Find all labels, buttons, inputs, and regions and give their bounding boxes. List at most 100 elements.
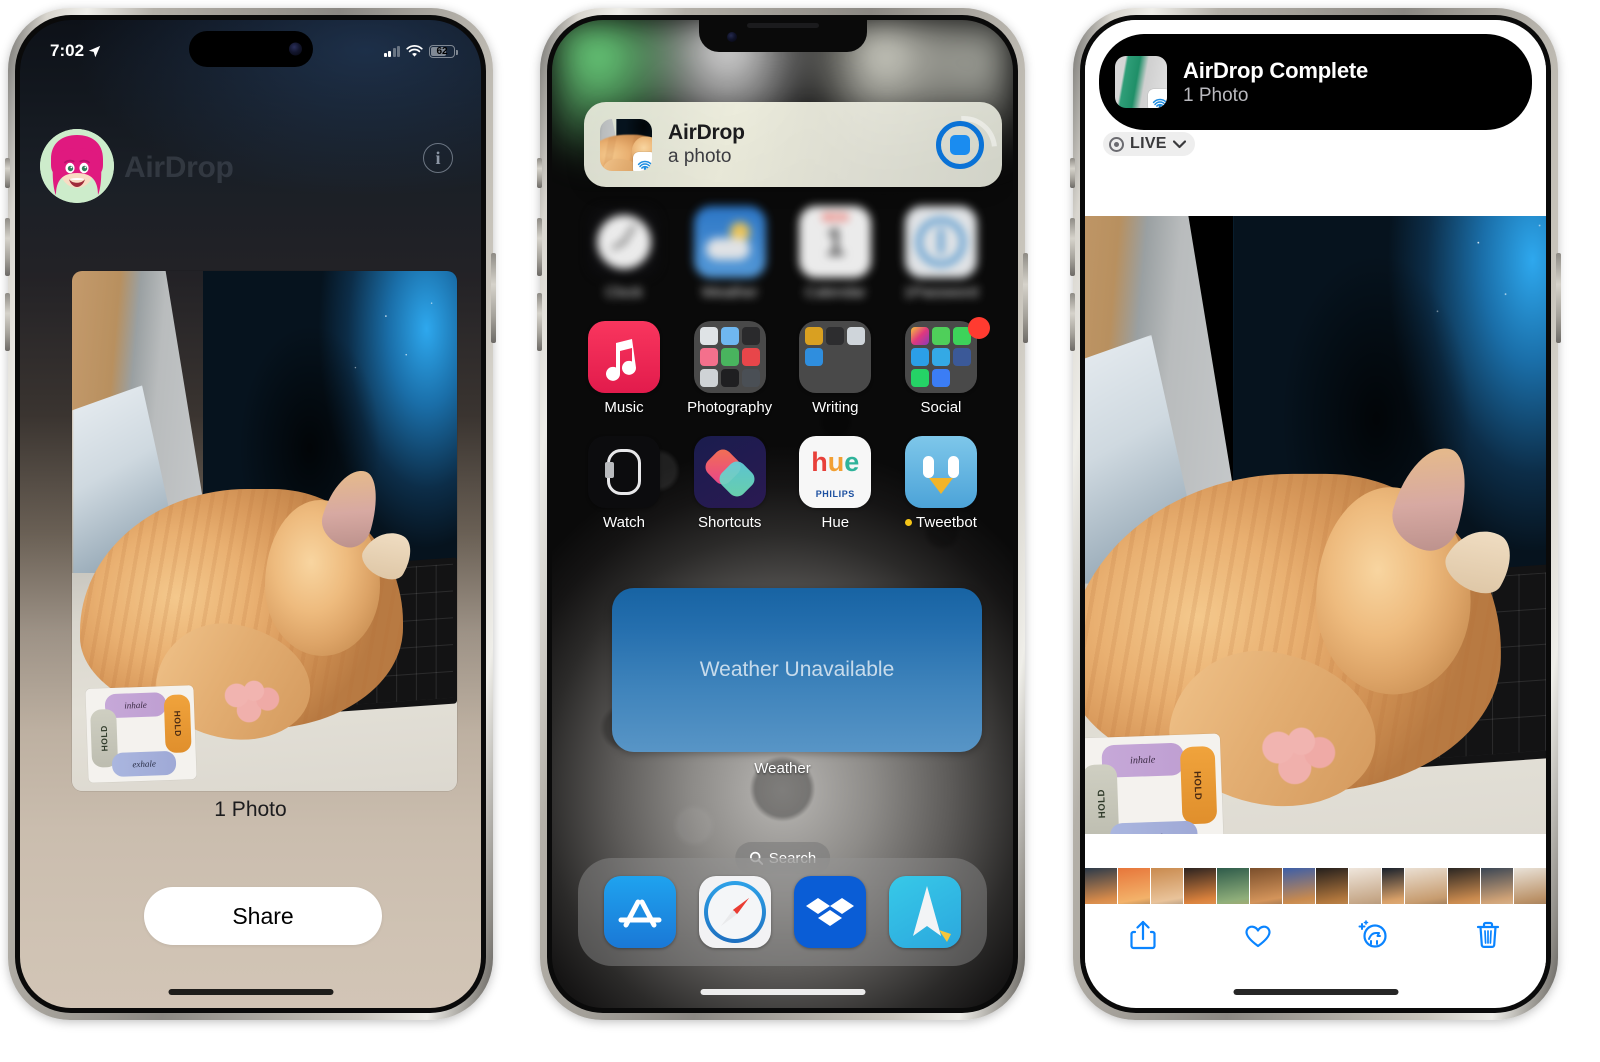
app-row-3: Watch Shortcuts hue PHILIPS Hue Tweetbot: [578, 436, 987, 531]
battery-percent: 62: [436, 45, 448, 57]
earpiece-speaker-icon: [746, 23, 819, 28]
transfer-progress-stop-button[interactable]: [936, 120, 984, 169]
app-folder-writing[interactable]: Writing: [789, 321, 881, 416]
wifi-icon: [406, 44, 423, 57]
phone-2-home-screen: AirDrop a photo Clock Weather MON 1 Cale…: [537, 8, 1028, 1020]
app-watch[interactable]: Watch: [578, 436, 670, 531]
clock-icon: [588, 206, 660, 278]
app-label: Social: [920, 399, 962, 416]
status-bar-right: 62: [383, 44, 458, 58]
weather-icon: [693, 206, 766, 278]
volume-down-button[interactable]: [5, 293, 10, 351]
spark-mail-icon[interactable]: [889, 876, 962, 948]
app-tweetbot[interactable]: Tweetbot: [895, 436, 987, 531]
share-icon[interactable]: [1126, 918, 1160, 952]
stop-square-icon: [950, 134, 970, 155]
box-breathing-sticker: inhale HOLD HOLD exhale: [1085, 733, 1225, 834]
mute-switch[interactable]: [5, 158, 10, 188]
app-row-2: Music Photography Writing Social: [578, 317, 990, 416]
photo-effects-icon[interactable]: [1356, 918, 1390, 952]
philips-submark: PHILIPS: [815, 489, 855, 499]
app-label: Hue: [821, 514, 850, 531]
dock: [578, 858, 987, 966]
app-clock[interactable]: Clock: [578, 206, 670, 301]
live-photo-badge[interactable]: LIVE: [1103, 132, 1195, 156]
cellular-bars-icon: [383, 45, 400, 57]
front-camera-icon: [726, 32, 737, 42]
app-folder-photography[interactable]: Photography: [684, 321, 776, 416]
app-music[interactable]: Music: [578, 321, 670, 416]
cat-toe-beans: [1253, 722, 1337, 785]
phone-3-bezel: LIVE AirDrop Complete 1 Photo inhale HOL…: [1080, 15, 1551, 1013]
folder-icon: [693, 321, 766, 393]
volume-up-button[interactable]: [537, 218, 542, 276]
box-breathing-sticker: inhale HOLD HOLD exhale: [85, 685, 197, 783]
phone-1-airdrop-share-sheet: 7:02 62 AirDrop i inhale HOLD HOLD exhal…: [5, 8, 496, 1020]
safari-icon[interactable]: [698, 876, 771, 948]
cat-toe-beans: [218, 676, 280, 724]
mute-switch[interactable]: [537, 158, 542, 188]
app-calendar[interactable]: MON 1 Calendar: [789, 206, 881, 301]
banner-text-block: AirDrop a photo: [668, 121, 936, 168]
cat-photo-artwork: inhale HOLD HOLD exhale: [72, 271, 457, 791]
dropbox-icon[interactable]: [794, 876, 867, 948]
phone-1-screen: 7:02 62 AirDrop i inhale HOLD HOLD exhal…: [20, 20, 481, 1008]
phone-2-screen: AirDrop a photo Clock Weather MON 1 Cale…: [552, 20, 1013, 1008]
app-label: Calendar: [804, 284, 866, 301]
volume-up-button[interactable]: [5, 218, 10, 276]
app-folder-social[interactable]: Social: [895, 317, 990, 416]
banner-title: AirDrop Complete: [1183, 57, 1369, 83]
sticker-hold-right: HOLD: [163, 694, 192, 754]
cat-photo-artwork: inhale HOLD HOLD exhale: [1085, 216, 1546, 834]
info-button[interactable]: i: [423, 143, 453, 173]
memoji-avatar: [40, 129, 114, 203]
location-arrow-icon: [88, 45, 101, 57]
volume-down-button[interactable]: [537, 293, 542, 351]
airdrop-icon: [1148, 89, 1167, 108]
home-indicator[interactable]: [168, 989, 333, 995]
philips-hue-icon: hue PHILIPS: [799, 436, 872, 508]
sticker-hold-right: HOLD: [1180, 746, 1218, 825]
app-label: 1Password: [903, 284, 979, 301]
volume-up-button[interactable]: [1070, 218, 1075, 276]
hue-wordmark: hue: [811, 447, 860, 477]
volume-down-button[interactable]: [1070, 293, 1075, 351]
share-button[interactable]: Share: [144, 887, 382, 945]
airdrop-header: AirDrop i: [20, 125, 481, 215]
shared-photo-preview[interactable]: inhale HOLD HOLD exhale: [72, 271, 457, 791]
weather-widget-text: Weather Unavailable: [699, 658, 895, 681]
app-1password[interactable]: 1Password: [895, 206, 987, 301]
tweetbot-icon: [904, 436, 977, 508]
screenshot-canvas: 7:02 62 AirDrop i inhale HOLD HOLD exhal…: [0, 0, 1600, 1062]
app-hue[interactable]: hue PHILIPS Hue: [789, 436, 881, 531]
weather-widget[interactable]: Weather Unavailable: [612, 588, 982, 752]
page-title: AirDrop: [124, 151, 234, 184]
mute-switch[interactable]: [1070, 158, 1075, 188]
photo-count-label: 1 Photo: [214, 798, 287, 821]
phone-1-bezel: 7:02 62 AirDrop i inhale HOLD HOLD exhal…: [15, 15, 486, 1013]
sticker-exhale-label: exhale: [111, 750, 178, 777]
folder-icon: [799, 321, 872, 393]
airdrop-icon: [633, 151, 652, 171]
battery-icon: 62: [429, 44, 458, 58]
banner-text-block: AirDrop Complete 1 Photo: [1183, 58, 1510, 107]
app-shortcuts[interactable]: Shortcuts: [684, 436, 776, 531]
airdrop-complete-banner[interactable]: AirDrop Complete 1 Photo: [1099, 34, 1532, 130]
received-photo-viewer[interactable]: inhale HOLD HOLD exhale: [1085, 216, 1546, 834]
heart-icon[interactable]: [1241, 918, 1275, 952]
power-button[interactable]: [1556, 253, 1561, 343]
live-photo-icon: [1109, 136, 1124, 152]
chevron-down-icon: [1172, 139, 1186, 148]
power-button[interactable]: [1023, 253, 1028, 343]
power-button[interactable]: [491, 253, 496, 343]
app-weather[interactable]: Weather: [684, 206, 776, 301]
app-icon-grid: Clock Weather MON 1 Calendar 1Password M…: [578, 206, 990, 551]
weather-widget-label: Weather: [754, 760, 811, 777]
home-indicator[interactable]: [1233, 989, 1398, 995]
airdrop-incoming-banner[interactable]: AirDrop a photo: [584, 102, 1002, 187]
banner-title: AirDrop: [668, 121, 745, 144]
app-row-1: Clock Weather MON 1 Calendar 1Password: [578, 206, 987, 301]
app-label: Watch: [603, 514, 645, 531]
app-store-icon[interactable]: [603, 876, 676, 948]
trash-icon[interactable]: [1471, 918, 1505, 952]
